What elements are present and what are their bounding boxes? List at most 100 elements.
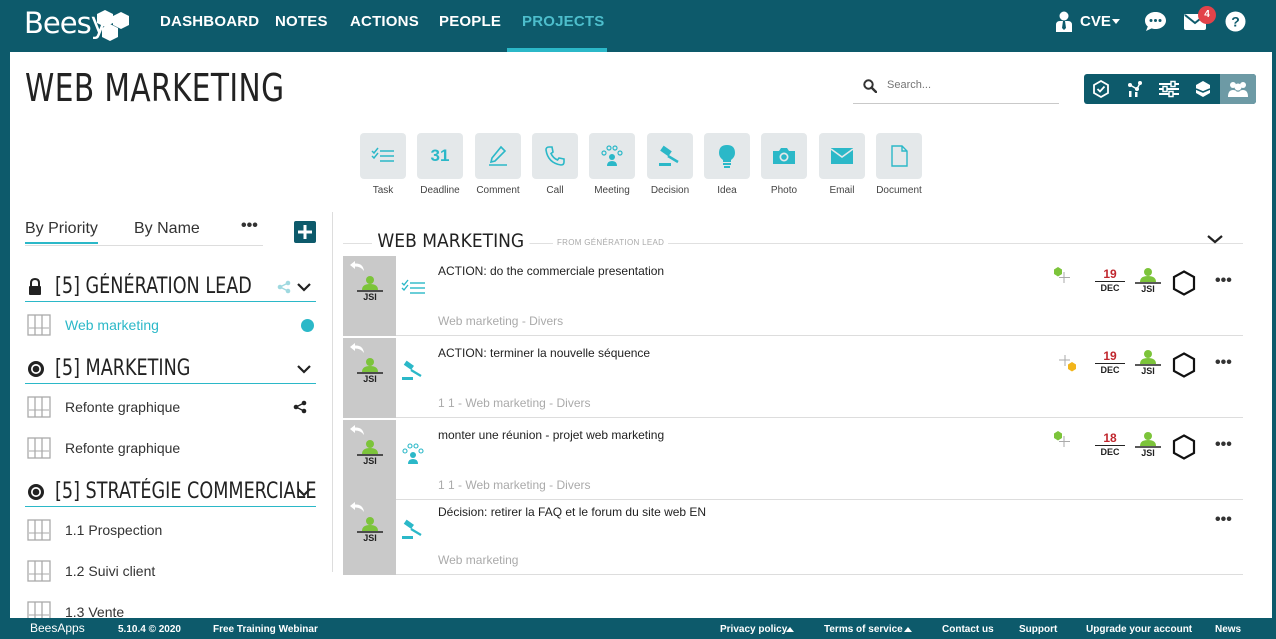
tool-document[interactable]: Document bbox=[876, 133, 922, 196]
sidebar-item-refonte-graphique[interactable]: Refonte graphique bbox=[25, 396, 316, 418]
nav-actions[interactable]: ACTIONS bbox=[350, 13, 419, 30]
tab-by-name[interactable]: By Name bbox=[134, 220, 200, 238]
reply-icon[interactable] bbox=[349, 260, 365, 272]
chevron-down-icon[interactable] bbox=[1207, 234, 1223, 244]
user-avatar-icon bbox=[357, 358, 383, 374]
sidebar-item-label: Refonte graphique bbox=[65, 440, 181, 456]
search-input[interactable] bbox=[887, 79, 1057, 91]
tab-by-priority[interactable]: By Priority bbox=[25, 220, 98, 244]
assignee[interactable]: JSI bbox=[1133, 350, 1163, 376]
app-logo[interactable]: Beesy bbox=[24, 6, 108, 40]
assignee-initials: JSI bbox=[1141, 366, 1155, 376]
notification-badge: 4 bbox=[1198, 6, 1216, 24]
footer-terms-link[interactable]: Terms of service bbox=[824, 624, 903, 635]
row-title[interactable]: Décision: retirer la FAQ et le forum du … bbox=[438, 505, 706, 519]
list-item[interactable]: JSI ACTION: terminer la nouvelle séquenc… bbox=[343, 338, 1243, 418]
reply-icon[interactable] bbox=[349, 424, 365, 436]
list-item[interactable]: JSI monter une réunion - projet web mark… bbox=[343, 420, 1243, 500]
share-icon[interactable] bbox=[277, 280, 291, 294]
tool-email[interactable]: Email bbox=[819, 133, 865, 196]
view-hierarchy-button[interactable] bbox=[1118, 74, 1152, 104]
tool-comment[interactable]: Comment bbox=[475, 133, 521, 196]
list-item[interactable]: JSI Décision: retirer la FAQ et le forum… bbox=[343, 497, 1243, 575]
user-avatar-icon[interactable] bbox=[1055, 11, 1073, 33]
task-icon bbox=[371, 147, 394, 162]
reply-icon[interactable] bbox=[349, 342, 365, 354]
nav-projects[interactable]: PROJECTS bbox=[522, 13, 604, 30]
active-indicator-dot bbox=[301, 319, 314, 332]
row-more-button[interactable]: ••• bbox=[1215, 511, 1232, 529]
sidebar-item-refonte-graphique-2[interactable]: Refonte graphique bbox=[25, 437, 316, 459]
task-icon bbox=[401, 279, 425, 294]
sidebar-item-suivi-client[interactable]: 1.2 Suivi client bbox=[25, 560, 316, 582]
status-hexagon-icon[interactable] bbox=[1171, 270, 1197, 296]
view-filters-button[interactable] bbox=[1152, 74, 1186, 104]
assignee-initials: JSI bbox=[1141, 284, 1155, 294]
chevron-down-icon[interactable] bbox=[297, 282, 311, 292]
footer-support-link[interactable]: Support bbox=[1019, 624, 1057, 635]
status-hexagon-icon[interactable] bbox=[1171, 434, 1197, 460]
group-strategie-commerciale[interactable]: [5] STRATÉGIE COMMERCIALE bbox=[25, 479, 316, 507]
tool-meeting[interactable]: Meeting bbox=[589, 133, 635, 196]
group-generation-lead[interactable]: [5] GÉNÉRATION LEAD bbox=[25, 274, 316, 302]
tool-idea[interactable]: Idea bbox=[704, 133, 750, 196]
group-title: [5] STRATÉGIE COMMERCIALE bbox=[55, 479, 317, 504]
row-owner-panel: JSI bbox=[343, 497, 396, 575]
share-icon[interactable] bbox=[293, 400, 307, 414]
main-panel: WEB MARKETING Task 31 Deadline bbox=[10, 52, 1272, 618]
footer-webinar-link[interactable]: Free Training Webinar bbox=[213, 624, 318, 635]
tool-decision[interactable]: Decision bbox=[647, 133, 693, 196]
nav-dashboard[interactable]: DASHBOARD bbox=[160, 13, 259, 30]
row-more-button[interactable]: ••• bbox=[1215, 436, 1232, 454]
tool-photo[interactable]: Photo bbox=[761, 133, 807, 196]
sidebar-item-vente[interactable]: 1.3 Vente bbox=[25, 601, 316, 618]
row-title[interactable]: ACTION: terminer la nouvelle séquence bbox=[438, 346, 650, 360]
group-marketing[interactable]: [5] MARKETING bbox=[25, 356, 316, 384]
tool-deadline[interactable]: 31 Deadline bbox=[417, 133, 463, 196]
chevron-down-icon[interactable] bbox=[297, 487, 311, 497]
help-icon[interactable]: ? bbox=[1225, 11, 1246, 32]
row-more-button[interactable]: ••• bbox=[1215, 354, 1232, 372]
row-title[interactable]: monter une réunion - projet web marketin… bbox=[438, 428, 664, 442]
sidebar-more-button[interactable]: ••• bbox=[241, 217, 258, 235]
phone-icon bbox=[545, 146, 565, 166]
view-cube-button[interactable] bbox=[1186, 74, 1220, 104]
lightbulb-icon bbox=[719, 145, 735, 168]
view-hex-button[interactable] bbox=[1084, 74, 1118, 104]
sidebar-item-label: 1.2 Suivi client bbox=[65, 563, 156, 579]
chevron-down-icon[interactable] bbox=[297, 364, 311, 374]
due-month: DEC bbox=[1100, 283, 1120, 293]
due-day: 18 bbox=[1103, 431, 1117, 445]
nav-people[interactable]: PEOPLE bbox=[439, 13, 501, 30]
row-title[interactable]: ACTION: do the commerciale presentation bbox=[438, 264, 664, 278]
view-people-button[interactable] bbox=[1220, 74, 1256, 104]
binder-icon bbox=[27, 601, 51, 618]
add-project-button[interactable] bbox=[294, 221, 316, 243]
row-more-button[interactable]: ••• bbox=[1215, 272, 1232, 290]
tool-task[interactable]: Task bbox=[360, 133, 406, 196]
assignee-initials: JSI bbox=[1141, 448, 1155, 458]
status-hexagon-icon[interactable] bbox=[1171, 352, 1197, 378]
sidebar-item-prospection[interactable]: 1.1 Prospection bbox=[25, 519, 316, 541]
assignee[interactable]: JSI bbox=[1133, 268, 1163, 294]
group-title: [5] GÉNÉRATION LEAD bbox=[55, 274, 252, 299]
nav-notes[interactable]: NOTES bbox=[275, 13, 328, 30]
list-item[interactable]: JSI ACTION: do the commerciale presentat… bbox=[343, 256, 1243, 336]
footer-upgrade-link[interactable]: Upgrade your account bbox=[1086, 624, 1192, 635]
footer-privacy-link[interactable]: Privacy policy bbox=[720, 624, 787, 635]
search-icon bbox=[863, 79, 877, 93]
footer-contact-link[interactable]: Contact us bbox=[942, 624, 994, 635]
search-box[interactable] bbox=[853, 76, 1059, 104]
row-meta: 1 1 - Web marketing - Divers bbox=[438, 396, 591, 410]
reply-icon[interactable] bbox=[349, 501, 365, 513]
due-month: DEC bbox=[1100, 365, 1120, 375]
sidebar-item-web-marketing[interactable]: Web marketing bbox=[25, 314, 316, 336]
tool-label-meeting: Meeting bbox=[594, 185, 630, 196]
footer-logo[interactable]: BeesApps bbox=[30, 621, 85, 635]
chat-icon[interactable] bbox=[1144, 11, 1167, 32]
tool-call[interactable]: Call bbox=[532, 133, 578, 196]
footer-news-link[interactable]: News bbox=[1215, 624, 1241, 635]
user-menu[interactable]: CVE bbox=[1080, 13, 1111, 30]
assignee[interactable]: JSI bbox=[1133, 432, 1163, 458]
content-subtitle: FROM GÉNÉRATION LEAD bbox=[553, 238, 669, 247]
